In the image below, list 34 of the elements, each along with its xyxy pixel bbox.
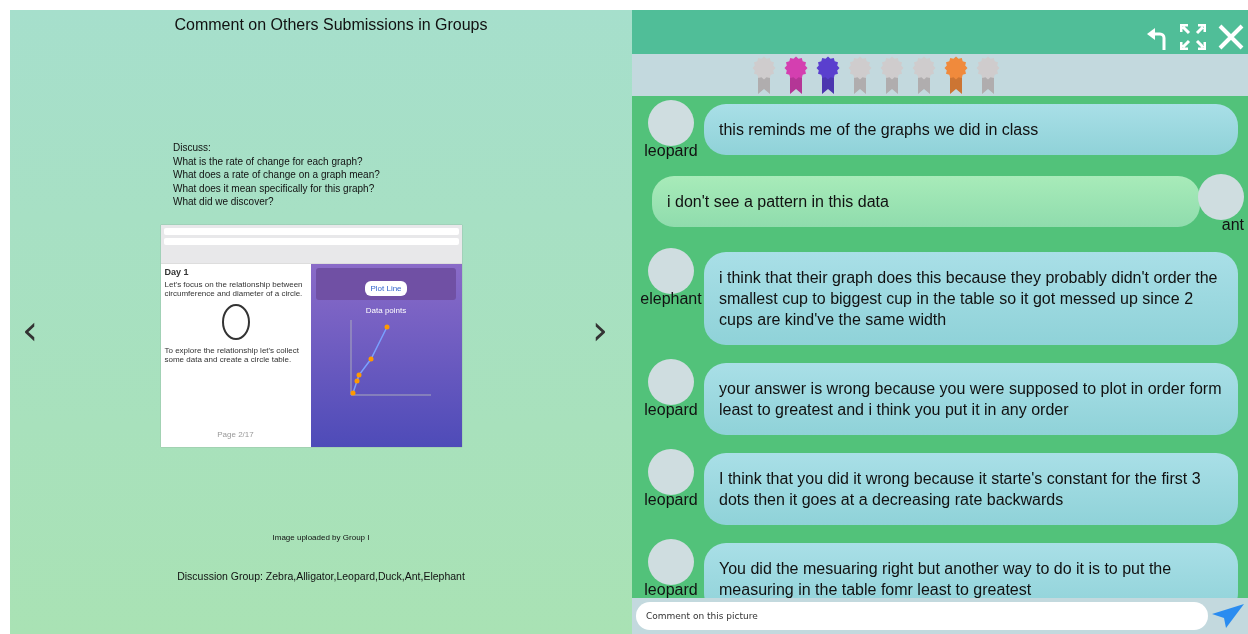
- author-name: leopard: [644, 142, 698, 160]
- chart-title: Data points: [365, 305, 407, 315]
- send-icon[interactable]: [1212, 604, 1244, 628]
- author-name: leopard: [644, 401, 698, 419]
- message-bubble: your answer is wrong because you were supposed to plot in order form least to greatest and i think you put it in any order: [704, 363, 1238, 435]
- author-name: elephant: [640, 290, 702, 308]
- message-bubble: You did the mesuaring right but another way to do it is to put the measuring in the table fomr least to greatest: [704, 543, 1238, 598]
- avatar: [648, 449, 694, 495]
- author-name: leopard: [644, 491, 698, 509]
- instruction-text: To explore the relationship let's collect some data and create a circle table.: [164, 345, 300, 364]
- avatar: [1198, 174, 1244, 220]
- author-name: ant: [1221, 216, 1244, 234]
- slide-title: Comment on Others Submissions in Groups: [174, 16, 488, 34]
- plot-line-button[interactable]: Plot Line: [365, 280, 407, 296]
- intro-text: Let's focus on the relationship between circumference and diameter of a circle.: [164, 279, 304, 298]
- fullscreen-icon[interactable]: [1180, 24, 1206, 50]
- discussion-prompt: Discuss: What is the rate of change for each graph? What does a rate of change on a graph mean? What does it mean specifically for this graph? What did we discover?: [173, 141, 380, 209]
- message-bubble: this reminds me of the graphs we did in class: [704, 104, 1238, 155]
- back-arrow-icon[interactable]: [1146, 26, 1168, 50]
- author-name: leopard: [644, 581, 698, 598]
- avatar: [648, 539, 694, 585]
- page-number: Page 2/17: [217, 429, 254, 439]
- message-bubble: i don't see a pattern in this data: [652, 176, 1200, 227]
- day-heading: Day 1: [164, 267, 190, 277]
- avatar: [648, 359, 694, 405]
- message-bubble: i think that their graph does this because they probably didn't order the smallest cup to biggest cup in the table so it got messed up since 2 cups are kind've the same width: [704, 252, 1238, 345]
- discussion-group-text: Discussion Group: Zebra,Alligator,Leopard,Duck,Ant,Elephant: [177, 569, 465, 582]
- close-icon[interactable]: [1218, 24, 1244, 50]
- avatar: [648, 248, 694, 294]
- comment-field[interactable]: Comment on this picture: [636, 602, 1208, 630]
- circle-icon: [221, 303, 250, 340]
- message-bubble: I think that you did it wrong because it starte's constant for the first 3 dots then it goes at a decreasing rate backwards: [704, 453, 1238, 525]
- image-caption: Image uploaded by Group I: [272, 532, 370, 542]
- avatar: [648, 100, 694, 146]
